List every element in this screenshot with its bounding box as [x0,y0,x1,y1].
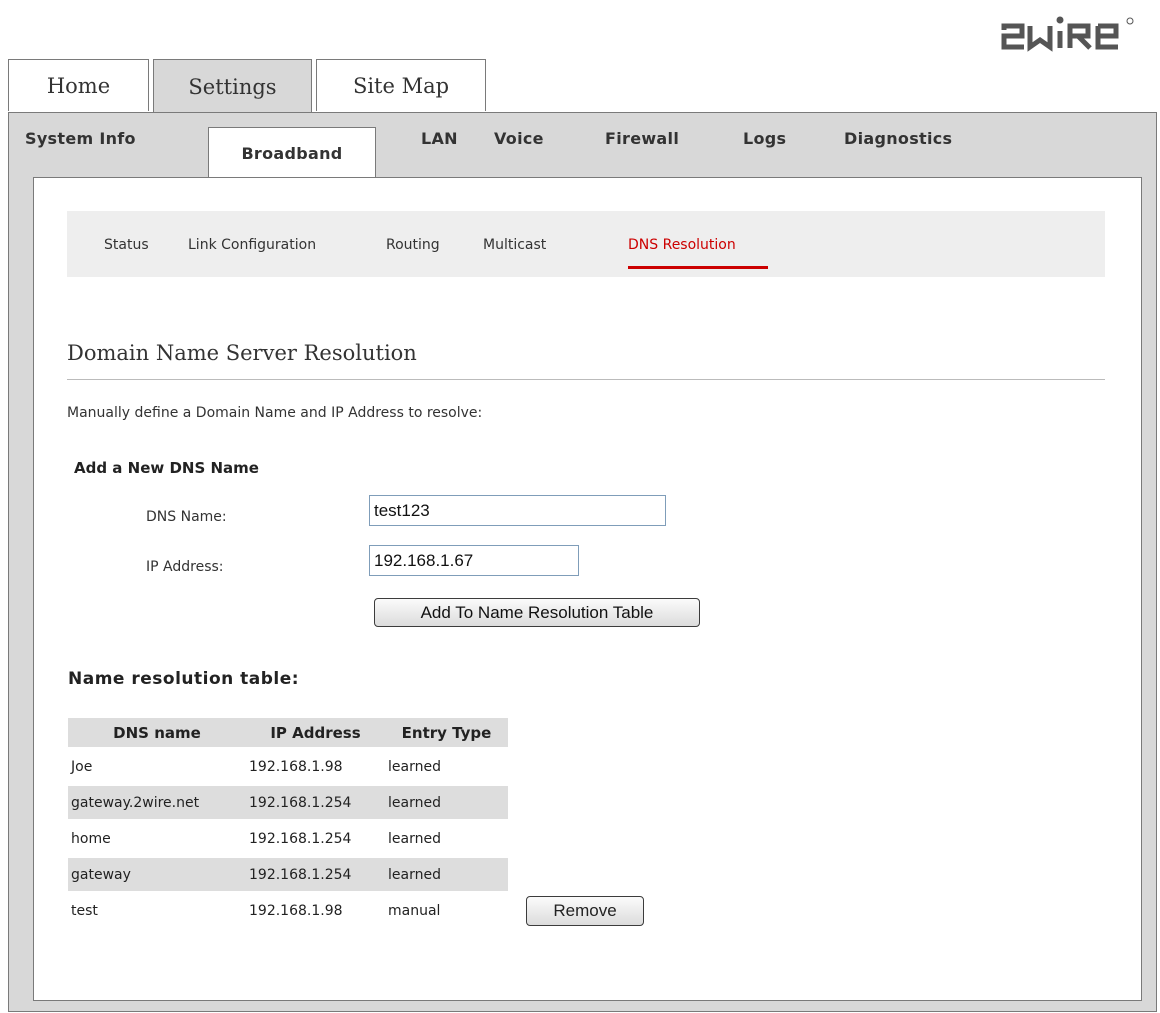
sub-tabs: System Info Broadband LAN Voice Firewall… [9,113,1156,178]
tab-broadband[interactable]: Broadband [208,127,376,178]
column-header: DNS name [68,718,246,747]
cell-dns-name: test [71,902,98,919]
table-header-row: DNS name IP Address Entry Type [68,718,647,747]
content-panel: Status Link Configuration Routing Multic… [33,177,1142,1001]
cell-ip-address: 192.168.1.98 [249,902,343,919]
cell-entry-type: learned [385,858,508,891]
table-row: home 192.168.1.254 learned [68,822,647,855]
nav-link-configuration[interactable]: Link Configuration [188,237,316,253]
cell-ip-address: 192.168.1.254 [249,830,352,847]
cell-ip-address: 192.168.1.254 [246,786,385,819]
table-row: gateway.2wire.net 192.168.1.254 learned [68,786,647,819]
dns-name-input[interactable] [369,495,666,526]
tab-logs[interactable]: Logs [743,129,786,148]
cell-entry-type: learned [388,758,441,775]
nav-dns-resolution[interactable]: DNS Resolution [628,237,736,253]
table-row: Joe 192.168.1.98 learned [68,750,647,783]
table-row: gateway 192.168.1.254 learned [68,858,647,891]
cell-entry-type: learned [385,786,508,819]
tab-settings[interactable]: Settings [153,59,312,113]
intro-text: Manually define a Domain Name and IP Add… [67,405,483,421]
cell-ip-address: 192.168.1.254 [246,858,385,891]
nav-routing[interactable]: Routing [386,237,440,253]
cell-dns-name: home [71,830,111,847]
dns-name-label: DNS Name: [146,509,227,525]
column-header: IP Address [246,718,385,747]
settings-area: System Info Broadband LAN Voice Firewall… [8,112,1157,1012]
title-divider [67,379,1105,380]
cell-dns-name: Joe [71,758,93,775]
column-header: Entry Type [385,718,508,747]
table-row: test 192.168.1.98 manual Remove [68,894,647,927]
page-title: Domain Name Server Resolution [67,341,417,365]
name-resolution-table: DNS name IP Address Entry Type Joe 192.1… [68,715,647,930]
tab-voice[interactable]: Voice [494,129,544,148]
cell-entry-type: manual [388,902,441,919]
cell-dns-name: gateway [68,858,246,891]
cell-dns-name: gateway.2wire.net [68,786,246,819]
brand-logo [998,14,1148,52]
tab-diagnostics[interactable]: Diagnostics [844,129,952,148]
active-nav-underline [628,266,768,269]
cell-entry-type: learned [388,830,441,847]
top-tabs: Home Settings Site Map [0,59,486,113]
table-heading: Name resolution table: [68,669,300,689]
remove-button[interactable]: Remove [526,895,644,926]
tab-home[interactable]: Home [8,59,149,111]
tab-firewall[interactable]: Firewall [605,129,679,148]
ip-address-input[interactable] [369,545,579,576]
tab-lan[interactable]: LAN [421,129,458,148]
nav-multicast[interactable]: Multicast [483,237,546,253]
cell-action: Remove [508,894,647,927]
nav-status[interactable]: Status [104,237,149,253]
tab-system-info[interactable]: System Info [25,129,136,148]
add-dns-heading: Add a New DNS Name [74,459,259,477]
broadband-subnav: Status Link Configuration Routing Multic… [67,211,1105,277]
cell-ip-address: 192.168.1.98 [249,758,343,775]
add-to-table-button[interactable]: Add To Name Resolution Table [374,598,700,627]
tab-site-map[interactable]: Site Map [316,59,486,111]
ip-address-label: IP Address: [146,559,224,575]
